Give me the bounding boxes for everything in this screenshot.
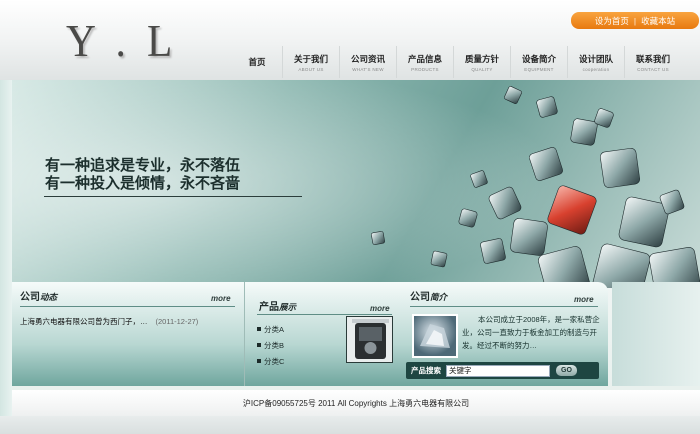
bullet-square-icon xyxy=(257,343,261,347)
nav-sublabel: ABOUT US xyxy=(298,66,324,72)
header: Y . L 设为首页 | 收藏本站 首页 关于我们 ABOUT US 公司资讯 … xyxy=(0,0,700,80)
main-nav: 首页 关于我们 ABOUT US 公司资讯 WHAT'S NEW 产品信息 PR… xyxy=(232,46,681,78)
news-item-text: 上海勇六电器有限公司曾为西门子，… xyxy=(20,317,148,326)
news-title-main: 公司 xyxy=(20,292,40,303)
news-list-item[interactable]: 上海勇六电器有限公司曾为西门子，… (2011-12-27) xyxy=(20,316,235,327)
product-category-list: 分类A 分类B 分类C xyxy=(257,321,284,369)
nav-sublabel: CONTACT US xyxy=(637,66,669,72)
nav-design-team[interactable]: 设计团队 cooperation xyxy=(567,46,624,78)
nav-home[interactable]: 首页 xyxy=(232,46,282,78)
footer-bottom-band xyxy=(0,416,700,434)
about-panel: 公司简介 more 本公司成立于2008年，是一家私营企业，公司一直致力于板金加… xyxy=(404,282,608,386)
bookmark-link[interactable]: 收藏本站 xyxy=(641,15,675,27)
machine-image-icon xyxy=(347,317,392,362)
nav-label: 产品信息 xyxy=(407,53,442,64)
nav-about[interactable]: 关于我们 ABOUT US xyxy=(282,46,339,78)
products-title-accent: 展示 xyxy=(279,303,297,313)
nav-contact[interactable]: 联系我们 CONTACT US xyxy=(624,46,681,78)
nav-label: 质量方针 xyxy=(464,53,499,64)
product-thumbnail[interactable] xyxy=(346,316,393,363)
product-category-item[interactable]: 分类A xyxy=(257,321,284,337)
products-panel: 产品展示 more 分类A 分类B 分类C xyxy=(244,282,394,386)
news-title-accent: 动态 xyxy=(40,293,58,303)
about-title: 公司简介 xyxy=(410,288,447,303)
page: Y . L 设为首页 | 收藏本站 首页 关于我们 ABOUT US 公司资讯 … xyxy=(0,0,700,434)
company-image-icon xyxy=(420,324,450,348)
slogan-line-2: 有一种投入是倾情，永不吝啬 xyxy=(45,174,241,192)
slogan-underline xyxy=(44,196,302,197)
nav-equipment[interactable]: 设备简介 EQUIPMENT xyxy=(510,46,567,78)
right-side-strip xyxy=(612,282,700,386)
product-search-input[interactable] xyxy=(446,364,550,377)
about-title-main: 公司 xyxy=(410,292,430,303)
header-links: 设为首页 | 收藏本站 xyxy=(571,12,699,29)
nav-sublabel: QUALITY xyxy=(471,66,493,72)
news-panel: 公司动态 more 上海勇六电器有限公司曾为西门子，… (2011-12-27) xyxy=(18,282,238,386)
news-title: 公司动态 xyxy=(20,288,57,303)
product-category-label: 分类B xyxy=(264,340,285,350)
nav-label: 关于我们 xyxy=(293,53,328,64)
nav-label: 联系我们 xyxy=(635,53,670,64)
product-search-bar: 产品搜索 GO xyxy=(406,362,599,379)
nav-products[interactable]: 产品信息 PRODUCTS xyxy=(396,46,453,78)
news-divider xyxy=(20,306,235,307)
footer: 沪ICP备09055725号 2011 All Copyrights 上海勇六电… xyxy=(12,390,700,416)
about-description: 本公司成立于2008年，是一家私营企业，公司一直致力于板金加工的制造与开发。经过… xyxy=(462,315,600,350)
bullet-square-icon xyxy=(257,327,261,331)
product-category-item[interactable]: 分类C xyxy=(257,353,284,369)
nav-label: 设备简介 xyxy=(521,53,556,64)
nav-sublabel: WHAT'S NEW xyxy=(352,66,384,72)
footer-copyright: 沪ICP备09055725号 2011 All Copyrights 上海勇六电… xyxy=(242,398,470,408)
info-section: 公司动态 more 上海勇六电器有限公司曾为西门子，… (2011-12-27) … xyxy=(12,282,608,386)
nav-label: 首页 xyxy=(248,57,266,67)
product-category-label: 分类C xyxy=(264,356,285,366)
nav-label: 公司资讯 xyxy=(350,53,385,64)
products-title-main: 产品 xyxy=(259,302,279,313)
products-divider xyxy=(257,314,392,315)
hero-banner: 有一种追求是专业，永不落伍 有一种投入是倾情，永不吝啬 xyxy=(12,80,700,288)
product-category-label: 分类A xyxy=(264,324,285,334)
nav-news[interactable]: 公司资讯 WHAT'S NEW xyxy=(339,46,396,78)
site-logo[interactable]: Y . L xyxy=(66,14,178,67)
nav-sublabel: EQUIPMENT xyxy=(524,66,554,72)
nav-quality[interactable]: 质量方针 QUALITY xyxy=(453,46,510,78)
header-links-separator: | xyxy=(633,15,637,26)
nav-sublabel: cooperation xyxy=(582,66,610,72)
nav-sublabel: PRODUCTS xyxy=(411,66,439,72)
news-item-date: (2011-12-27) xyxy=(155,317,199,326)
about-title-accent: 简介 xyxy=(430,293,448,303)
product-search-label: 产品搜索 xyxy=(411,366,441,375)
slogan-line-1: 有一种追求是专业，永不落伍 xyxy=(45,156,241,174)
products-title: 产品展示 xyxy=(259,298,296,313)
product-category-item[interactable]: 分类B xyxy=(257,337,284,353)
about-thumbnail xyxy=(412,314,458,358)
nav-label: 设计团队 xyxy=(578,53,613,64)
search-go-button[interactable]: GO xyxy=(556,365,577,376)
set-homepage-link[interactable]: 设为首页 xyxy=(595,15,629,27)
about-divider xyxy=(410,306,598,307)
products-more-link[interactable]: more xyxy=(370,304,390,313)
banner-slogan: 有一种追求是专业，永不落伍 有一种投入是倾情，永不吝啬 xyxy=(45,156,240,192)
news-more-link[interactable]: more xyxy=(211,294,231,303)
bullet-square-icon xyxy=(257,359,261,363)
about-more-link[interactable]: more xyxy=(574,295,594,304)
